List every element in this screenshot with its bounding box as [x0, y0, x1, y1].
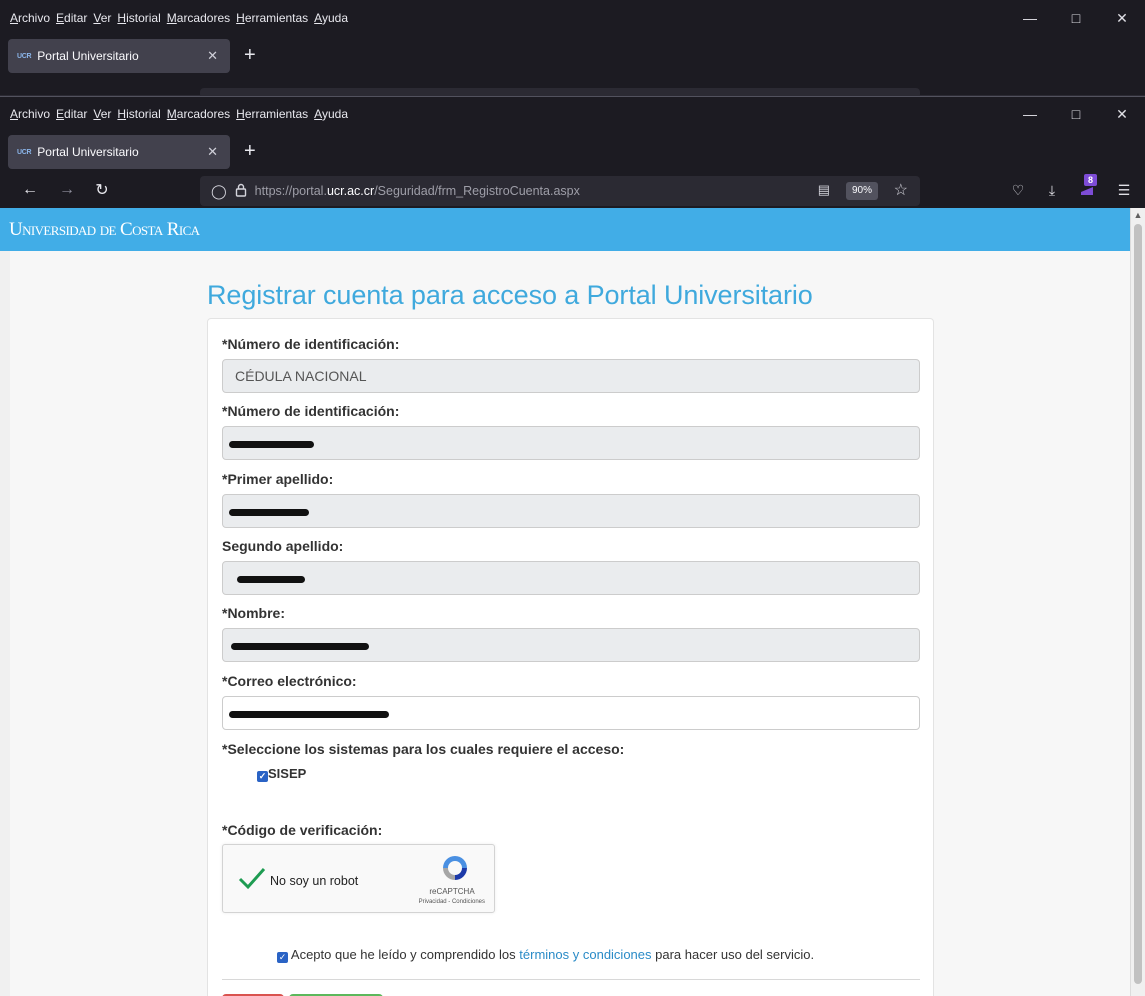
tab-strip: UCR Portal Universitario ✕ + — [0, 132, 1145, 172]
browser-window: Archivo Editar Ver Historial Marcadores … — [0, 96, 1145, 208]
navigation-toolbar: ← → ↻ ◯ https://portal.ucr.ac.cr/Segurid… — [0, 172, 1145, 208]
registration-form: *Número de identificación: CÉDULA NACION… — [207, 318, 934, 996]
captcha-label: *Código de verificación: — [222, 822, 383, 838]
menu-historial[interactable]: Historial — [117, 107, 160, 121]
reader-view-icon[interactable]: ▤ — [818, 182, 830, 198]
scroll-up-arrow-icon[interactable]: ▲ — [1131, 208, 1145, 222]
back-icon[interactable]: ← — [18, 178, 42, 202]
menu-herramientas[interactable]: Herramientas — [236, 107, 308, 121]
ucr-favicon-icon: UCR — [17, 148, 32, 156]
close-window-icon[interactable]: ✕ — [1099, 0, 1145, 36]
close-window-icon[interactable]: ✕ — [1099, 96, 1145, 132]
email-label: *Correo electrónico: — [222, 673, 357, 689]
menu-herramientas[interactable]: Herramientas — [236, 11, 308, 25]
menu-editar[interactable]: Editar — [56, 11, 87, 25]
reload-icon[interactable]: ↻ — [90, 178, 114, 202]
tab-title: Portal Universitario — [37, 49, 139, 63]
minimize-icon[interactable]: — — [1007, 96, 1053, 132]
last-name2-label: Segundo apellido: — [222, 538, 344, 554]
menu-bar: Archivo Editar Ver Historial Marcadores … — [0, 96, 1145, 132]
recaptcha-brand: reCAPTCHA — [429, 887, 475, 896]
bookmark-star-icon[interactable]: ☆ — [894, 180, 908, 200]
recaptcha-links[interactable]: Privacidad - Condiciones — [419, 899, 485, 905]
site-header: UNIVERSIDAD DE COSTA RICA — [0, 208, 1130, 251]
ucr-favicon-icon: UCR — [17, 52, 32, 60]
page-scrollbar[interactable]: ▲ — [1130, 208, 1145, 996]
window-controls: — □ ✕ — [1007, 0, 1145, 36]
forward-icon[interactable]: → — [55, 178, 79, 202]
terms-link[interactable]: términos y condiciones — [519, 947, 651, 962]
sisep-checkbox-option[interactable]: ✓ SISEP — [257, 766, 306, 782]
navigation-toolbar — [0, 80, 1145, 96]
download-icon[interactable]: ⤓ — [1040, 178, 1064, 202]
menu-marcadores[interactable]: Marcadores — [167, 11, 230, 25]
email-field[interactable] — [222, 696, 920, 730]
menu-marcadores[interactable]: Marcadores — [167, 107, 230, 121]
minimize-icon[interactable]: — — [1007, 0, 1053, 36]
recaptcha-widget[interactable]: No soy un robot reCAPTCHA Privacidad - C… — [222, 844, 495, 913]
tab-portal-universitario[interactable]: UCR Portal Universitario ✕ — [8, 39, 230, 73]
pocket-icon[interactable]: ♡ — [1006, 178, 1030, 202]
last-name1-field[interactable] — [222, 494, 920, 528]
systems-label: *Seleccione los sistemas para los cuales… — [222, 741, 625, 757]
url-bar[interactable] — [200, 88, 920, 96]
tab-strip: UCR Portal Universitario ✕ + — [0, 36, 1145, 76]
url-bar[interactable]: ◯ https://portal.ucr.ac.cr/Seguridad/frm… — [200, 176, 920, 206]
ucr-logo[interactable]: UNIVERSIDAD DE COSTA RICA — [9, 219, 200, 241]
redacted-value — [231, 643, 369, 650]
tab-portal-universitario[interactable]: UCR Portal Universitario ✕ — [8, 135, 230, 169]
id-type-label: *Número de identificación: — [222, 336, 400, 352]
last-name2-field[interactable] — [222, 561, 920, 595]
terms-checkbox-checked-icon[interactable]: ✓ — [277, 952, 288, 963]
background-browser-window: Archivo Editar Ver Historial Marcadores … — [0, 0, 1145, 96]
name-field[interactable] — [222, 628, 920, 662]
lock-icon[interactable] — [235, 183, 247, 200]
menu-archivo[interactable]: Archivo — [10, 107, 50, 121]
recaptcha-logo-icon — [443, 856, 467, 880]
shield-icon[interactable]: ◯ — [211, 183, 227, 200]
id-number-label: *Número de identificación: — [222, 403, 400, 419]
redacted-value — [229, 509, 309, 516]
id-number-field[interactable] — [222, 426, 920, 460]
recaptcha-text: No soy un robot — [270, 874, 359, 888]
menu-bar: Archivo Editar Ver Historial Marcadores … — [0, 0, 1145, 36]
page-title: Registrar cuenta para acceso a Portal Un… — [207, 280, 813, 310]
menu-ver[interactable]: Ver — [93, 11, 111, 25]
checkmark-icon[interactable] — [237, 863, 267, 893]
menu-ayuda[interactable]: Ayuda — [314, 107, 348, 121]
close-tab-icon[interactable]: ✕ — [207, 144, 218, 160]
redacted-value — [237, 576, 305, 583]
sisep-label: SISEP — [268, 766, 307, 781]
menu-editar[interactable]: Editar — [56, 107, 87, 121]
zoom-level-badge[interactable]: 90% — [845, 182, 878, 200]
menu-ayuda[interactable]: Ayuda — [314, 11, 348, 25]
checkbox-checked-icon[interactable]: ✓ — [257, 771, 268, 782]
extension-badge: 8 — [1084, 174, 1097, 186]
new-tab-icon[interactable]: + — [244, 44, 256, 66]
menu-historial[interactable]: Historial — [117, 11, 160, 25]
menu-archivo[interactable]: Archivo — [10, 11, 50, 25]
new-tab-icon[interactable]: + — [244, 140, 256, 162]
maximize-icon[interactable]: □ — [1053, 0, 1099, 36]
form-divider — [222, 979, 920, 980]
url-text[interactable]: https://portal.ucr.ac.cr/Seguridad/frm_R… — [255, 184, 580, 198]
redacted-value — [229, 441, 314, 448]
close-tab-icon[interactable]: ✕ — [207, 48, 218, 64]
tab-title: Portal Universitario — [37, 145, 139, 159]
terms-acceptance[interactable]: ✓ Acepto que he leído y comprendido los … — [277, 947, 814, 963]
maximize-icon[interactable]: □ — [1053, 96, 1099, 132]
last-name1-label: *Primer apellido: — [222, 471, 334, 487]
hamburger-menu-icon[interactable]: ☰ — [1112, 178, 1136, 202]
menu-ver[interactable]: Ver — [93, 107, 111, 121]
scroll-thumb[interactable] — [1134, 224, 1142, 984]
id-type-select[interactable]: CÉDULA NACIONAL — [222, 359, 920, 393]
page-body: Registrar cuenta para acceso a Portal Un… — [10, 251, 1130, 996]
name-label: *Nombre: — [222, 605, 286, 621]
redacted-value — [229, 711, 389, 718]
window-controls: — □ ✕ — [1007, 96, 1145, 132]
page-viewport: UNIVERSIDAD DE COSTA RICA Registrar cuen… — [0, 208, 1145, 996]
